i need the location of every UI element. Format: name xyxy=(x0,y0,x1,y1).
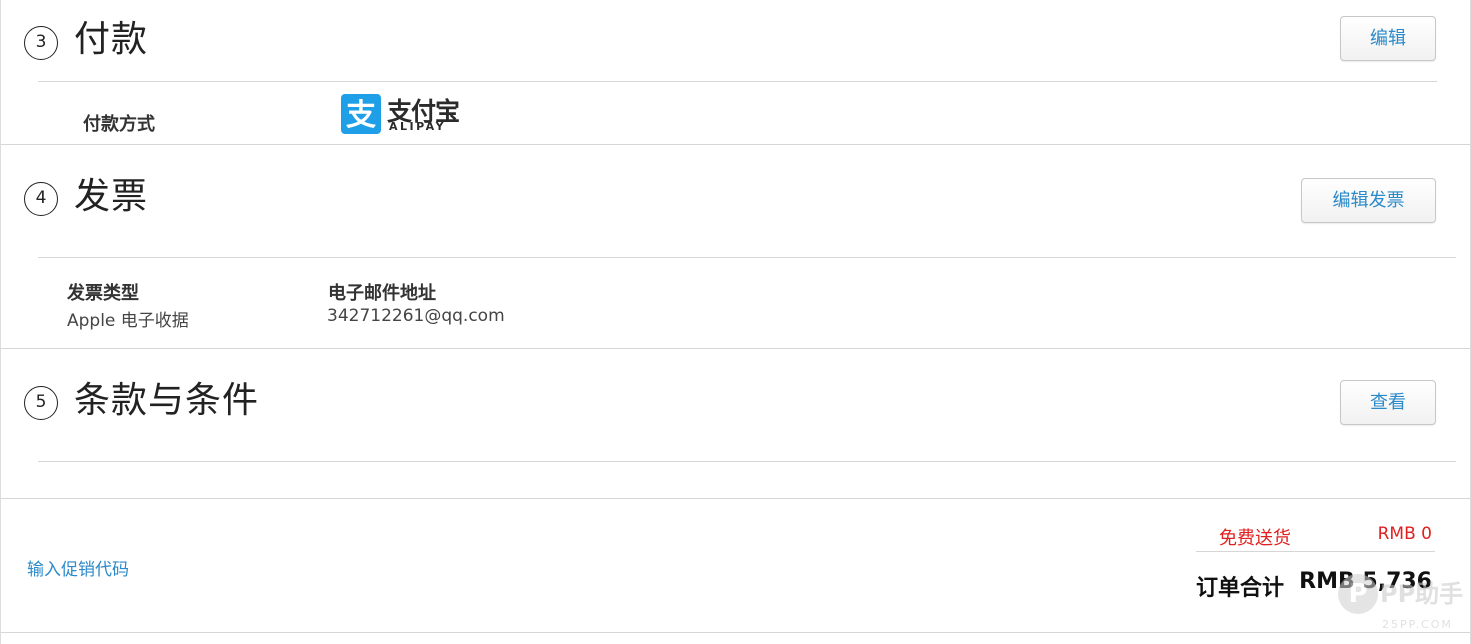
view-terms-button[interactable]: 查看 xyxy=(1340,380,1436,425)
edit-invoice-button[interactable]: 编辑发票 xyxy=(1301,178,1436,223)
terms-title: 条款与条件 xyxy=(74,380,260,421)
divider xyxy=(38,81,1437,82)
bottom-divider xyxy=(1,632,1470,633)
alipay-en-text: ALIPAY xyxy=(389,120,447,133)
svg-text:支: 支 xyxy=(346,98,376,133)
watermark-text: PP助手 xyxy=(1380,580,1464,608)
payment-title: 付款 xyxy=(74,19,149,60)
order-total-label: 订单合计 xyxy=(1196,576,1285,601)
invoice-type-value: Apple 电子收据 xyxy=(67,311,189,331)
email-value: 342712261@qq.com xyxy=(327,306,505,326)
email-label: 电子邮件地址 xyxy=(328,283,436,304)
promo-code-link[interactable]: 输入促销代码 xyxy=(27,555,129,580)
shipping-label: 免费送货 xyxy=(1219,528,1291,549)
summary-divider xyxy=(1196,551,1435,552)
payment-method-label: 付款方式 xyxy=(83,114,155,135)
step-number-badge: 4 xyxy=(24,182,58,216)
watermark-subtext: 25PP.COM xyxy=(1382,618,1453,631)
edit-payment-button[interactable]: 编辑 xyxy=(1340,16,1436,61)
payment-section: 3 付款 编辑 付款方式 支 支付宝 ALIPAY xyxy=(1,0,1470,145)
step-number-badge: 5 xyxy=(24,386,58,420)
terms-section: 5 条款与条件 查看 xyxy=(1,349,1470,499)
divider xyxy=(38,461,1456,462)
alipay-icon: 支 xyxy=(341,94,381,134)
invoice-section: 4 发票 编辑发票 发票类型 Apple 电子收据 电子邮件地址 3427122… xyxy=(1,145,1470,349)
checkout-page: 3 付款 编辑 付款方式 支 支付宝 ALIPAY 4 发票 编辑发票 发票类型… xyxy=(0,0,1471,644)
alipay-logo: 支 支付宝 ALIPAY xyxy=(341,94,461,134)
divider xyxy=(38,257,1456,258)
invoice-type-label: 发票类型 xyxy=(67,283,139,304)
invoice-title: 发票 xyxy=(74,176,149,217)
step-number-badge: 3 xyxy=(24,26,58,60)
shipping-value: RMB 0 xyxy=(1377,524,1432,544)
pp-watermark: P PP助手 25PP.COM xyxy=(1338,568,1466,638)
pp-logo-icon: P xyxy=(1338,574,1378,614)
